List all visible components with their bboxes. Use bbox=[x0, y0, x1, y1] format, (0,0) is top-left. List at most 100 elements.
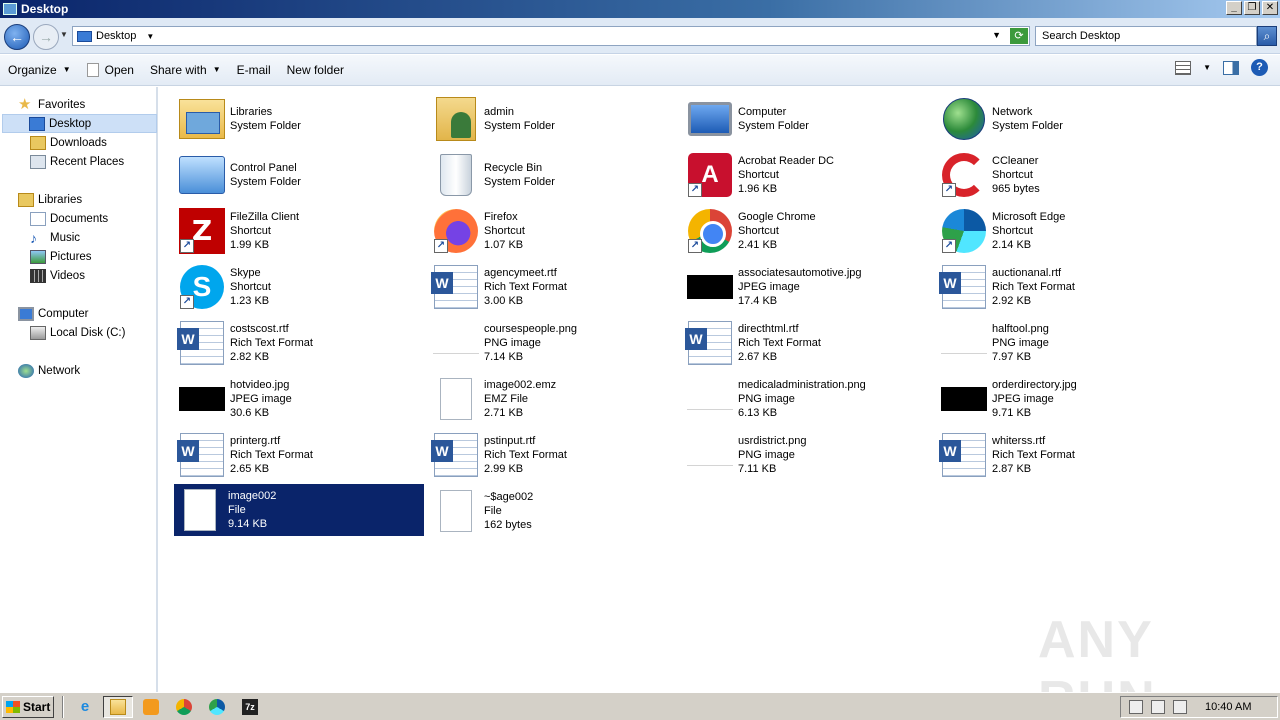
network-icon bbox=[943, 98, 985, 140]
nav-pictures-label: Pictures bbox=[50, 250, 92, 263]
list-item-selected[interactable]: image002 File 9.14 KB bbox=[174, 484, 424, 536]
clock[interactable]: 10:40 AM bbox=[1205, 701, 1251, 713]
view-controls: ▼ ? bbox=[1175, 59, 1268, 76]
item-name: Microsoft Edge bbox=[992, 211, 1066, 223]
list-item[interactable]: Z ↗ FileZilla Client Shortcut 1.99 KB bbox=[176, 205, 426, 257]
list-item[interactable]: associatesautomotive.jpg JPEG image 17.4 K… bbox=[684, 261, 934, 313]
restore-icon[interactable]: ❐ bbox=[1244, 1, 1260, 15]
nav-libraries[interactable]: Libraries bbox=[18, 190, 156, 209]
list-item[interactable]: agencymeet.rtf Rich Text Format 3.00 KB bbox=[430, 261, 680, 313]
nav-desktop[interactable]: Desktop bbox=[2, 114, 157, 133]
shortcut-arrow-icon: ↗ bbox=[180, 239, 194, 253]
address-row: ← → ▼ Desktop ▼ ▼ ⟳ Search Desktop ⌕ bbox=[0, 18, 1280, 54]
list-item[interactable]: halftool.png PNG image 7.97 KB bbox=[938, 317, 1188, 369]
action-center-flag-icon[interactable] bbox=[1173, 700, 1187, 714]
close-icon[interactable]: ✕ bbox=[1262, 1, 1278, 15]
taskbar-chrome[interactable] bbox=[169, 696, 199, 718]
item-size: 2.99 KB bbox=[484, 463, 524, 475]
list-item[interactable]: coursespeople.png PNG image 7.14 KB bbox=[430, 317, 680, 369]
list-item[interactable]: Recycle Bin System Folder bbox=[430, 149, 680, 201]
shortcut-arrow-icon: ↗ bbox=[688, 183, 702, 197]
nav-local-disk[interactable]: Local Disk (C:) bbox=[30, 323, 156, 342]
view-chevron-down-icon[interactable]: ▼ bbox=[1203, 63, 1211, 72]
view-options-icon[interactable] bbox=[1175, 60, 1192, 75]
list-item[interactable]: Libraries System Folder bbox=[176, 93, 426, 145]
navigation-pane: ★ Favorites Desktop Downloads Recent Pla… bbox=[0, 87, 158, 692]
item-size: 1.99 KB bbox=[230, 239, 270, 251]
new-folder-button[interactable]: New folder bbox=[279, 58, 352, 82]
list-item[interactable]: medicaladministration.png PNG image 6.13 K… bbox=[684, 373, 934, 425]
search-input[interactable]: Search Desktop bbox=[1035, 26, 1257, 46]
nav-videos[interactable]: Videos bbox=[30, 266, 156, 285]
page-icon bbox=[86, 63, 99, 77]
recent-pages-chevron-down-icon[interactable]: ▼ bbox=[60, 30, 68, 39]
list-item[interactable]: ↗ CCleaner Shortcut 965 bytes bbox=[938, 149, 1188, 201]
item-type: Shortcut bbox=[738, 225, 779, 237]
list-item[interactable]: ↗ Firefox Shortcut 1.07 KB bbox=[430, 205, 680, 257]
item-type: EMZ File bbox=[484, 393, 528, 405]
nav-music-label: Music bbox=[50, 231, 81, 244]
preview-pane-icon[interactable] bbox=[1223, 60, 1239, 75]
back-button[interactable]: ← bbox=[4, 24, 30, 50]
list-item[interactable]: ~$age002 File 162 bytes bbox=[430, 485, 680, 537]
png-thumb-icon bbox=[941, 332, 987, 354]
file-list: Libraries System Folder admin System Folde… bbox=[160, 87, 1280, 692]
list-item[interactable]: whiterss.rtf Rich Text Format 2.87 KB bbox=[938, 429, 1188, 481]
list-item[interactable]: ↗ Microsoft Edge Shortcut 2.14 KB bbox=[938, 205, 1188, 257]
taskbar-7zip[interactable]: 7z bbox=[235, 696, 265, 718]
list-item[interactable]: image002.emz EMZ File 2.71 KB bbox=[430, 373, 680, 425]
refresh-icon[interactable]: ⟳ bbox=[1010, 28, 1028, 44]
png-thumb-icon bbox=[433, 332, 479, 354]
nav-network[interactable]: Network bbox=[18, 361, 156, 380]
breadcrumb[interactable]: Desktop bbox=[96, 30, 136, 42]
list-item[interactable]: directhtml.rtf Rich Text Format 2.67 KB bbox=[684, 317, 934, 369]
search-icon[interactable]: ⌕ bbox=[1257, 26, 1277, 46]
list-item[interactable]: costscost.rtf Rich Text Format 2.82 KB bbox=[176, 317, 426, 369]
start-label: Start bbox=[23, 699, 51, 714]
nav-local-disk-label: Local Disk (C:) bbox=[50, 326, 126, 339]
list-item[interactable]: admin System Folder bbox=[430, 93, 680, 145]
address-bar[interactable]: Desktop ▼ ▼ ⟳ bbox=[72, 26, 1030, 46]
open-button[interactable]: Open bbox=[79, 58, 142, 82]
nav-recent-places[interactable]: Recent Places bbox=[30, 152, 156, 171]
list-item[interactable]: Network System Folder bbox=[938, 93, 1188, 145]
list-item[interactable]: usrdistrict.png PNG image 7.11 KB bbox=[684, 429, 934, 481]
list-item[interactable]: Computer System Folder bbox=[684, 93, 934, 145]
nav-pictures[interactable]: Pictures bbox=[30, 247, 156, 266]
list-item[interactable]: A ↗ Acrobat Reader DC Shortcut 1.96 KB bbox=[684, 149, 934, 201]
list-item[interactable]: auctionanal.rtf Rich Text Format 2.92 KB bbox=[938, 261, 1188, 313]
list-item[interactable]: printerg.rtf Rich Text Format 2.65 KB bbox=[176, 429, 426, 481]
list-item[interactable]: pstinput.rtf Rich Text Format 2.99 KB bbox=[430, 429, 680, 481]
minimize-icon[interactable]: _ bbox=[1226, 1, 1242, 15]
address-history-chevron-down-icon[interactable]: ▼ bbox=[992, 30, 1001, 40]
item-type: PNG image bbox=[738, 449, 795, 461]
list-item[interactable]: orderdirectory.jpg JPEG image 9.71 KB bbox=[938, 373, 1188, 425]
network-tray-icon[interactable] bbox=[1151, 700, 1165, 714]
nav-favorites[interactable]: ★ Favorites bbox=[18, 95, 156, 114]
share-with-button[interactable]: Share with ▼ bbox=[142, 58, 229, 82]
taskbar-explorer[interactable] bbox=[103, 695, 133, 718]
taskbar-edge[interactable] bbox=[202, 696, 232, 718]
help-icon[interactable]: ? bbox=[1251, 59, 1268, 76]
nav-downloads[interactable]: Downloads bbox=[30, 133, 156, 152]
list-item[interactable]: S ↗ Skype Shortcut 1.23 KB bbox=[176, 261, 426, 313]
forward-button[interactable]: → bbox=[33, 24, 59, 50]
taskbar-ie[interactable]: e bbox=[70, 696, 100, 718]
list-item[interactable]: hotvideo.jpg JPEG image 30.6 KB bbox=[176, 373, 426, 425]
list-item[interactable]: ↗ Google Chrome Shortcut 2.41 KB bbox=[684, 205, 934, 257]
taskbar-media-player[interactable] bbox=[136, 696, 166, 718]
organize-button[interactable]: Organize ▼ bbox=[0, 58, 79, 82]
volume-icon[interactable] bbox=[1129, 700, 1143, 714]
nav-documents[interactable]: Documents bbox=[30, 209, 156, 228]
item-name: Control Panel bbox=[230, 162, 297, 174]
nav-computer[interactable]: Computer bbox=[18, 304, 156, 323]
nav-music[interactable]: ♪ Music bbox=[30, 228, 156, 247]
start-button[interactable]: Start bbox=[2, 695, 54, 718]
rtf-icon bbox=[177, 433, 224, 477]
nav-videos-label: Videos bbox=[50, 269, 85, 282]
email-button[interactable]: E-mail bbox=[229, 58, 279, 82]
list-item[interactable]: Control Panel System Folder bbox=[176, 149, 426, 201]
item-name: Acrobat Reader DC bbox=[738, 155, 834, 167]
taskbar-separator bbox=[62, 695, 64, 718]
breadcrumb-chevron-down-icon[interactable]: ▼ bbox=[146, 32, 154, 41]
